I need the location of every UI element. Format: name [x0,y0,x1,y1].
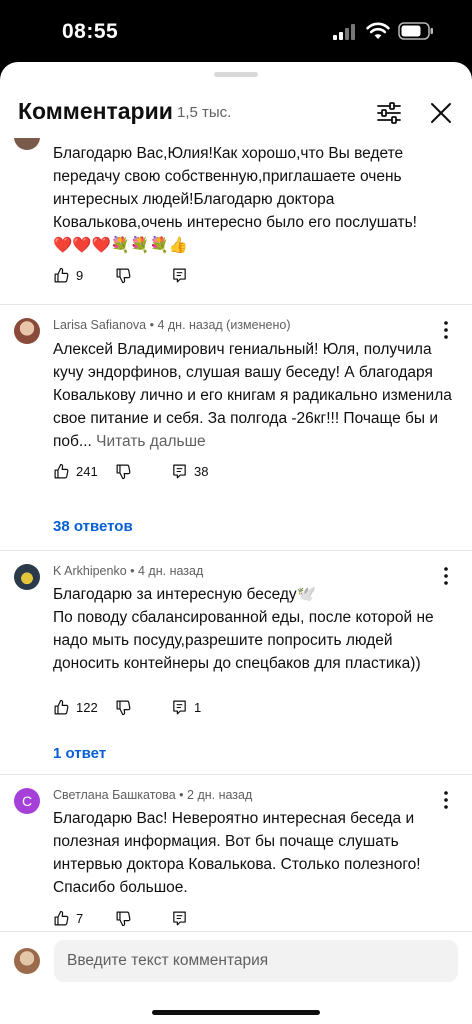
view-replies-button[interactable]: 1 ответ [53,745,106,762]
like-button[interactable]: 241 [53,463,98,480]
sliders-icon [377,102,401,124]
sort-filter-button[interactable] [372,96,406,130]
battery-icon [398,22,433,40]
comment-author[interactable]: Светлана Башкатова [53,788,176,802]
avatar-letter: С [21,793,33,809]
comment-meta: K Arkhipenko • 4 дн. назад [53,564,204,578]
comments-title: Комментарии [18,98,173,124]
status-bar: 08:55 [0,0,472,62]
comment-text: Благодарю за интересную беседу🕊️ По пово… [53,586,434,672]
comment-item: K Arkhipenko • 4 дн. назад Благодарю за … [0,551,472,775]
wifi-icon [366,22,390,39]
close-icon [431,103,451,123]
dislike-button[interactable] [115,463,132,480]
comment-item: С Светлана Башкатова • 2 дн. назад Благо… [0,775,472,933]
reply-button[interactable] [171,267,188,284]
like-count: 9 [76,268,84,283]
thumbs-up-icon [54,910,69,926]
comments-header: Комментарии 1,5 тыс. [0,90,472,136]
comment-item: Благодарю Вас,Юлия!Как хорошо,что Вы вед… [0,138,472,298]
status-time: 08:55 [62,20,119,43]
comments-count: 1,5 тыс. [177,104,232,121]
comment-meta: Светлана Башкатова • 2 дн. назад [53,788,253,802]
reply-count: 1 [194,700,202,715]
more-options-button[interactable] [440,320,452,340]
like-button[interactable]: 122 [53,699,98,716]
avatar[interactable] [14,564,40,590]
cellular-signal-icon [333,24,355,40]
like-count: 7 [76,911,84,926]
avatar[interactable] [14,138,40,150]
reply-comment-icon [173,911,186,926]
comment-time: 4 дн. назад [138,564,204,578]
close-button[interactable] [424,96,458,130]
thumbs-down-icon [116,700,131,716]
comments-list[interactable]: Благодарю Вас,Юлия!Как хорошо,что Вы вед… [0,138,472,933]
reply-comment-icon [173,464,186,479]
comments-sheet: Комментарии 1,5 тыс. Благодарю Вас,Юлия!… [0,62,472,1024]
thumbs-up-icon [54,267,69,283]
more-vertical-icon [444,321,448,339]
comment-author[interactable]: Larisa Safianova [53,318,146,332]
user-avatar[interactable] [14,948,40,974]
reply-comment-icon [173,268,186,283]
comment-time: 4 дн. назад (изменено) [157,318,291,332]
avatar[interactable] [14,318,40,344]
comment-input[interactable] [54,940,458,982]
reply-comment-icon [173,700,186,715]
comment-text: Благодарю Вас! Невероятно интересная бес… [53,810,421,896]
thumbs-up-icon [54,463,69,479]
avatar[interactable]: С [14,788,40,814]
thumbs-down-icon [116,268,131,284]
like-count: 122 [76,700,98,715]
comment-time: 2 дн. назад [187,788,253,802]
comment-meta: Larisa Safianova • 4 дн. назад (изменено… [53,318,291,332]
reply-count: 38 [194,464,209,479]
dislike-button[interactable] [115,267,132,284]
dislike-button[interactable] [115,699,132,716]
thumbs-up-icon [54,699,69,715]
comment-emoji: ❤️❤️❤️💐💐💐👍 [53,237,189,254]
read-more-link[interactable]: Читать дальше [96,433,206,450]
like-button[interactable]: 9 [53,267,83,284]
comment-input-bar [0,931,472,1024]
reply-button[interactable]: 1 [171,699,201,716]
comment-text: Алексей Владимирович гениальный! Юля, по… [53,341,452,450]
dislike-button[interactable] [115,910,132,927]
view-replies-button[interactable]: 38 ответов [53,518,133,535]
sheet-drag-handle[interactable] [214,72,258,77]
thumbs-down-icon [116,464,131,480]
home-indicator[interactable] [152,1010,320,1015]
comment-item: Larisa Safianova • 4 дн. назад (изменено… [0,305,472,550]
like-button[interactable]: 7 [53,910,83,927]
comment-author[interactable]: K Arkhipenko [53,564,127,578]
reply-button[interactable]: 38 [171,463,208,480]
reply-button[interactable] [171,910,188,927]
like-count: 241 [76,464,98,479]
comment-text: Благодарю Вас,Юлия!Как хорошо,что Вы вед… [53,145,417,231]
thumbs-down-icon [116,911,131,927]
